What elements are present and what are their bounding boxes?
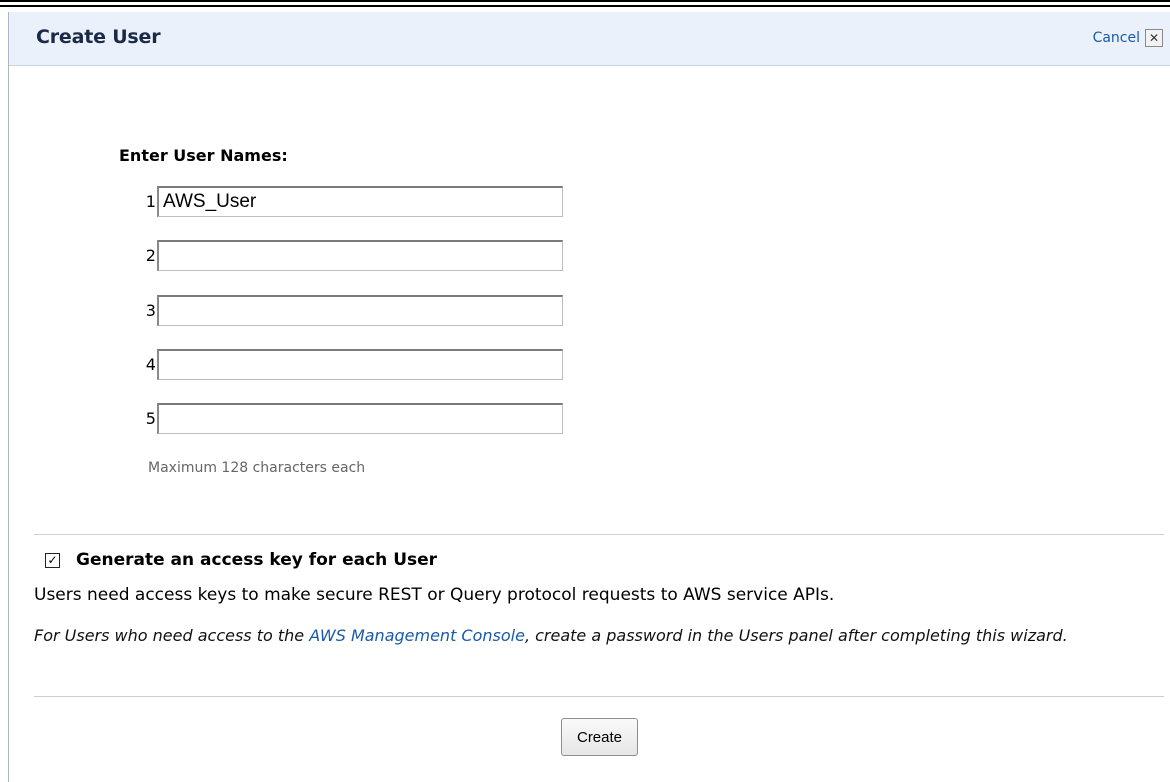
footer-divider [34,696,1164,697]
user-names-label: Enter User Names: [119,146,288,165]
close-icon[interactable]: ✕ [1145,29,1163,47]
user-name-row-3: 3. [110,295,570,328]
user-name-row-1: 1. [110,186,570,219]
create-button[interactable]: Create [561,718,638,756]
max-characters-hint: Maximum 128 characters each [148,460,366,476]
dialog-title: Create User [36,26,161,48]
user-name-input-1[interactable] [157,186,563,217]
console-note-suffix: , create a password in the Users panel a… [524,626,1068,645]
dialog-left-border [8,12,9,782]
section-divider [34,534,1164,535]
access-key-description: Users need access keys to make secure RE… [34,585,835,605]
console-note: For Users who need access to the AWS Man… [34,624,1159,647]
user-name-row-4: 4. [110,349,570,382]
user-name-input-4[interactable] [157,349,563,380]
console-note-prefix: For Users who need access to the [34,626,310,645]
user-name-row-2: 2. [110,240,570,273]
user-name-input-5[interactable] [157,403,563,434]
user-name-input-2[interactable] [157,240,563,271]
window-top-border-inner [0,5,1170,7]
access-key-label[interactable]: Generate an access key for each User [76,550,437,570]
user-name-input-3[interactable] [157,295,563,326]
access-key-checkbox[interactable]: ✓ [45,553,60,568]
user-name-row-5: 5. [110,403,570,436]
aws-management-console-link[interactable]: AWS Management Console [309,626,525,645]
window-top-border [0,0,1170,2]
cancel-link[interactable]: Cancel [1093,30,1140,46]
dialog-header: Create User Cancel ✕ [9,12,1170,66]
